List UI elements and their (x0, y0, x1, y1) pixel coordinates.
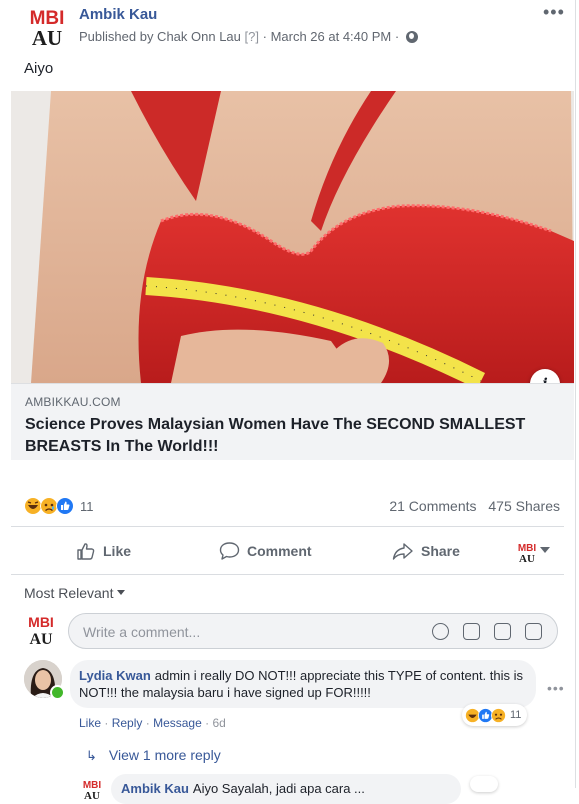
comment-message-link[interactable]: Message (153, 716, 202, 730)
comment-button-label: Comment (247, 543, 312, 559)
post-card: MBI AU Ambik Kau Published by Chak Onn L… (0, 0, 576, 804)
share-button[interactable]: Share (392, 538, 460, 564)
post-timestamp[interactable]: March 26 at 4:40 PM (271, 29, 392, 44)
post-meta: Published by Chak Onn Lau [?] · March 26… (79, 29, 418, 44)
reply-reactions[interactable] (470, 776, 498, 792)
emoji-icon[interactable] (432, 623, 449, 640)
reply-arrow-icon: ↳ (86, 748, 97, 763)
gif-icon[interactable] (494, 623, 511, 640)
like-reaction-icon (56, 497, 74, 515)
comment-sort-dropdown[interactable]: Most Relevant (24, 585, 126, 601)
reaction-count: 11 (80, 498, 94, 514)
comment-input[interactable]: Write a comment... (68, 613, 558, 649)
comment-bubble-icon (219, 542, 240, 560)
link-preview-image[interactable] (11, 91, 574, 383)
sticker-icon[interactable] (525, 623, 542, 640)
comment-more-icon[interactable]: ••• (547, 680, 565, 696)
comment-button[interactable]: Comment (219, 538, 312, 564)
comment-reaction-count: 11 (510, 709, 522, 721)
comment-actions: Like · Reply · Message · 6d (79, 716, 226, 730)
thumbs-up-icon (77, 543, 95, 560)
comment-input-placeholder: Write a comment... (83, 624, 201, 640)
link-preview-box[interactable]: AMBIKKAU.COM Science Proves Malaysian Wo… (11, 383, 574, 460)
reply-author[interactable]: Ambik Kau (121, 781, 189, 796)
shares-count-link[interactable]: 475 Shares (488, 498, 560, 514)
svg-text:AU: AU (519, 553, 535, 563)
comment-author[interactable]: Lydia Kwan (79, 668, 151, 683)
comment-reactions[interactable]: 11 (462, 704, 528, 726)
comment-like-link[interactable]: Like (79, 716, 101, 730)
svg-text:AU: AU (32, 26, 62, 47)
reply-page-avatar: MBI AU (83, 780, 102, 800)
globe-icon[interactable] (405, 31, 418, 43)
view-more-replies-label: View 1 more reply (108, 747, 221, 763)
comment-text: Lydia Kwan admin i really DO NOT!!! appre… (79, 667, 529, 701)
svg-text:MBI: MBI (28, 614, 54, 630)
divider (11, 574, 564, 575)
link-domain: AMBIKKAU.COM (25, 395, 121, 409)
comment-age[interactable]: 6d (212, 716, 225, 730)
sad-reaction-icon (491, 707, 506, 723)
svg-text:AU: AU (84, 790, 100, 800)
post-text: Aiyo (24, 60, 54, 77)
comment-sort-label: Most Relevant (24, 585, 114, 601)
reply-body: Aiyo Sayalah, jadi apa cara ... (192, 781, 365, 796)
divider (11, 526, 564, 527)
help-mark[interactable]: [?] (245, 29, 259, 44)
comment-reply-link[interactable]: Reply (112, 716, 143, 730)
more-options-icon[interactable]: ••• (543, 2, 565, 23)
post-stats: 21 Comments 475 Shares (381, 498, 560, 514)
published-by[interactable]: Published by Chak Onn Lau (79, 29, 241, 44)
caret-down-icon (117, 590, 126, 595)
share-button-label: Share (421, 543, 460, 559)
comments-count-link[interactable]: 21 Comments (389, 498, 476, 514)
preview-photo (11, 91, 574, 383)
commenter-page-avatar: MBI AU (28, 614, 54, 645)
like-button-label: Like (103, 543, 132, 559)
svg-text:AU: AU (29, 631, 53, 645)
camera-icon[interactable] (463, 623, 480, 640)
page-name-link[interactable]: Ambik Kau (79, 6, 157, 23)
page-avatar[interactable]: MBI AU (24, 5, 70, 47)
share-arrow-icon (392, 543, 413, 560)
link-title[interactable]: Science Proves Malaysian Women Have The … (25, 414, 545, 458)
reply-text: Ambik Kau Aiyo Sayalah, jadi apa cara ... (121, 781, 365, 796)
view-more-replies-link[interactable]: ↳ View 1 more reply (86, 747, 221, 764)
reactions-summary[interactable]: 11 (24, 496, 94, 516)
chevron-down-icon[interactable] (540, 547, 550, 553)
online-status-dot (50, 685, 65, 700)
comment-bubble: Lydia Kwan admin i really DO NOT!!! appre… (70, 660, 536, 708)
like-button[interactable]: Like (76, 538, 131, 564)
reply-bubble: Ambik Kau Aiyo Sayalah, jadi apa cara ... (111, 774, 461, 804)
